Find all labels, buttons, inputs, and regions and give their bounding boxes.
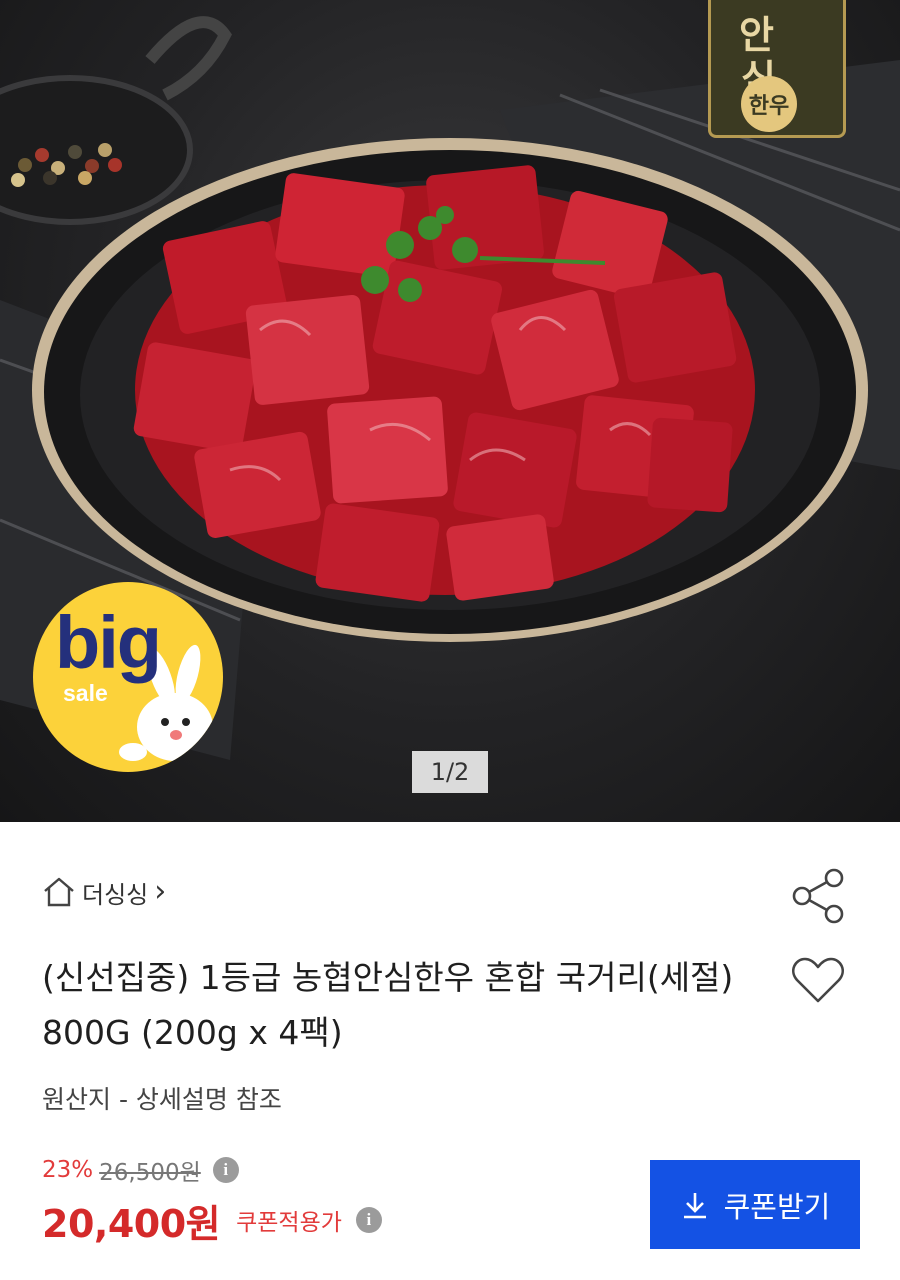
seller-link[interactable]: 더싱싱 › — [42, 872, 166, 912]
info-icon[interactable]: i — [355, 1207, 382, 1233]
image-counter: 1/2 — [412, 751, 488, 793]
origin-text: 원산지 - 상세설명 참조 — [42, 1085, 282, 1114]
badge-sale-text: sale — [63, 680, 108, 706]
product-title: (신선집중) 1등급 농협안심한우 혼합 국거리(세절) 800G (200g … — [42, 958, 734, 1052]
seller-name: 더싱싱 — [82, 880, 149, 909]
brand-badge: 안 심 한우 — [708, 0, 846, 138]
brand-hanwoo: 한우 — [741, 76, 797, 132]
coupon-button-label: 쿠폰받기 — [723, 1189, 831, 1224]
chevron-right-icon: › — [154, 874, 167, 909]
big-sale-badge: big sale — [33, 582, 223, 772]
sale-price-row: 20,400원 쿠폰적용가 i — [42, 1192, 382, 1248]
home-icon — [44, 877, 74, 907]
product-image[interactable]: 안 심 한우 big sale 1/2 — [0, 0, 900, 822]
original-price-row: 23% 26,500원 i — [42, 1150, 239, 1190]
heart-icon[interactable] — [790, 956, 846, 1006]
sale-price: 20,400원 — [42, 1201, 221, 1246]
info-icon[interactable]: i — [212, 1157, 239, 1183]
discount-rate: 23% — [42, 1157, 94, 1183]
get-coupon-button[interactable]: 쿠폰받기 — [650, 1160, 860, 1249]
share-icon[interactable] — [790, 868, 846, 924]
download-arrow-icon — [683, 1192, 706, 1218]
badge-big-text: big — [55, 601, 162, 684]
coupon-price-label: 쿠폰적용가 — [236, 1210, 342, 1236]
original-price: 26,500원 — [99, 1160, 201, 1186]
